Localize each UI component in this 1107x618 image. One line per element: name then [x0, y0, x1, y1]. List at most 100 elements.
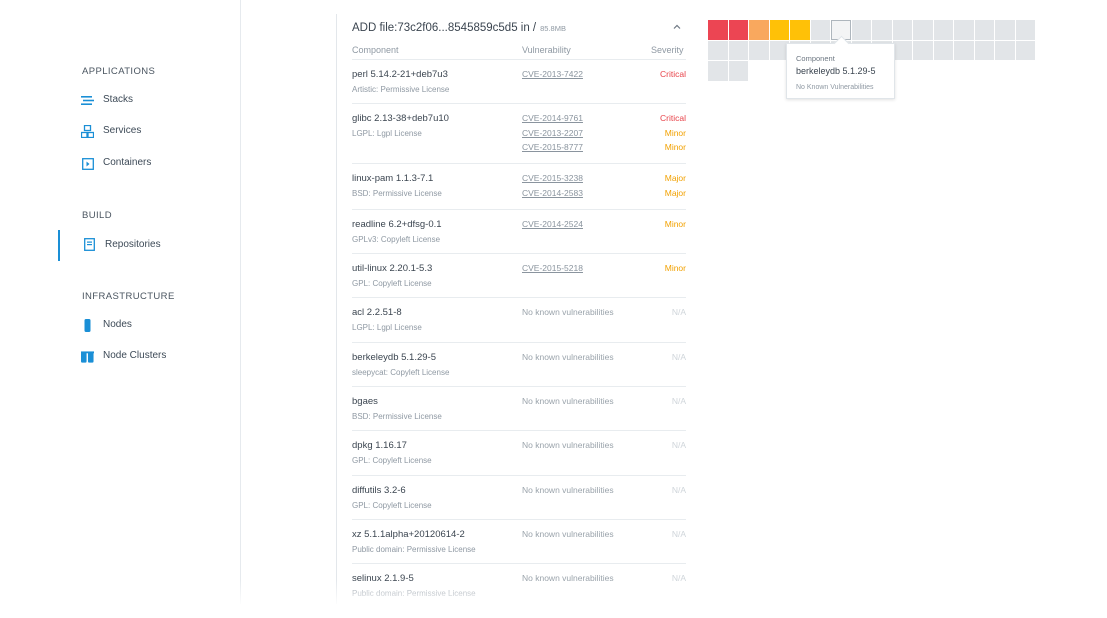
tooltip-component-name: berkeleydb 5.1.29-5 — [796, 66, 876, 76]
cve-link[interactable]: CVE-2015-5218 — [522, 263, 583, 273]
cve-link[interactable]: CVE-2014-2583 — [522, 188, 583, 198]
heatmap-cell-none[interactable] — [995, 20, 1015, 40]
cve-link[interactable]: CVE-2015-3238 — [522, 173, 583, 183]
component-row[interactable]: selinux 2.1.9-5 Public domain: Permissive… — [352, 563, 686, 604]
heatmap-cell-major[interactable] — [769, 20, 789, 40]
severity-label: Minor — [664, 127, 686, 138]
heatmap-cell-none[interactable] — [954, 20, 974, 40]
services-icon — [81, 125, 94, 138]
heatmap-cell-minor[interactable] — [749, 20, 769, 40]
heatmap-cell-none[interactable] — [913, 20, 933, 40]
component-license: GPL: Copyleft License — [352, 279, 432, 288]
heatmap-cell-none[interactable] — [872, 20, 892, 40]
severity-label: N/A — [671, 396, 686, 406]
node-clusters-icon — [81, 350, 94, 363]
heatmap-cell-none[interactable] — [933, 20, 953, 40]
heatmap-cell-none[interactable] — [913, 40, 933, 60]
vulnerability-item: CVE-2014-2524 Minor — [522, 219, 686, 234]
vulnerability-item: No known vulnerabilities N/A — [522, 440, 686, 455]
vulnerability-item: CVE-2015-3238 Major — [522, 173, 686, 188]
no-vulnerabilities-text: No known vulnerabilities — [522, 307, 614, 317]
component-row[interactable]: bgaes BSD: Permissive License No known vul… — [352, 386, 686, 431]
cve-link[interactable]: CVE-2014-2524 — [522, 219, 583, 229]
vulnerability-item: No known vulnerabilities N/A — [522, 396, 686, 411]
stacks-icon — [81, 94, 94, 107]
section-title-applications: APPLICATIONS — [82, 66, 156, 77]
heatmap-cell-none[interactable] — [728, 40, 748, 60]
component-row[interactable]: dpkg 1.16.17 GPL: Copyleft License No know… — [352, 430, 686, 476]
sidebar-item-nodes[interactable]: Nodes — [60, 316, 239, 336]
component-row[interactable]: readline 6.2+dfsg-0.1 GPLv3: Copyleft Lic… — [352, 209, 686, 254]
cve-link[interactable]: CVE-2014-9761 — [522, 113, 583, 123]
vulnerability-item: CVE-2014-9761 Critical — [522, 113, 686, 128]
severity-label: Critical — [660, 69, 686, 79]
no-vulnerabilities-text: No known vulnerabilities — [522, 352, 614, 362]
vulnerability-item: No known vulnerabilities N/A — [522, 307, 686, 322]
nodes-icon — [81, 319, 94, 332]
heatmap-cell-none[interactable] — [892, 20, 912, 40]
component-row[interactable]: berkeleydb 5.1.29-5 sleepycat: Copyleft L… — [352, 342, 686, 387]
sidebar-item-label: Node Clusters — [103, 350, 167, 361]
sidebar-item-label: Containers — [103, 157, 152, 168]
heatmap-cell-none[interactable] — [708, 61, 728, 81]
sidebar-item-stacks[interactable]: Stacks — [60, 91, 239, 111]
heatmap-cell-none[interactable] — [995, 40, 1015, 60]
heatmap-cell-none[interactable] — [892, 40, 912, 60]
component-row[interactable]: util-linux 2.20.1-5.3 GPL: Copyleft Licen… — [352, 253, 686, 298]
heatmap-cell-none[interactable] — [1015, 40, 1035, 60]
component-row[interactable]: diffutils 3.2-6 GPL: Copyleft License No k… — [352, 475, 686, 520]
sidebar-item-containers[interactable]: Containers — [60, 154, 239, 174]
heatmap-cell-none[interactable] — [708, 40, 728, 60]
component-name: diffutils 3.2-6 — [352, 485, 406, 496]
heatmap-cell-none[interactable] — [974, 40, 994, 60]
section-title-infrastructure: INFRASTRUCTURE — [82, 291, 175, 302]
component-license: GPL: Copyleft License — [352, 456, 432, 465]
cve-link[interactable]: CVE-2013-2207 — [522, 128, 583, 138]
severity-label: N/A — [671, 307, 686, 317]
vulnerability-list: CVE-2014-9761 Critical CVE-2013-2207 Minor C… — [522, 113, 686, 157]
sidebar-item-node-clusters[interactable]: Node Clusters — [60, 347, 239, 367]
heatmap-cell-none[interactable] — [933, 40, 953, 60]
component-row[interactable]: linux-pam 1.1.3-7.1 BSD: Permissive Licen… — [352, 163, 686, 210]
vulnerability-list: No known vulnerabilities N/A — [522, 573, 686, 588]
component-name: xz 5.1.1alpha+20120614-2 — [352, 529, 465, 540]
severity-label: Minor — [664, 219, 686, 229]
component-row[interactable]: xz 5.1.1alpha+20120614-2 Public domain: P… — [352, 519, 686, 564]
component-row[interactable]: perl 5.14.2-21+deb7u3 Artistic: Permissiv… — [352, 59, 686, 104]
no-vulnerabilities-text: No known vulnerabilities — [522, 396, 614, 406]
heatmap-cell-none[interactable] — [851, 20, 871, 40]
component-row[interactable]: glibc 2.13-38+deb7u10 LGPL: Lgpl License C… — [352, 103, 686, 164]
component-license: GPLv3: Copyleft License — [352, 235, 441, 244]
component-license: LGPL: Lgpl License — [352, 323, 422, 332]
vulnerability-item: No known vulnerabilities N/A — [522, 573, 686, 588]
heatmap-cell-none[interactable] — [749, 40, 769, 60]
vulnerability-item: No known vulnerabilities N/A — [522, 485, 686, 500]
heatmap-cell-none[interactable] — [974, 20, 994, 40]
severity-label: Minor — [664, 263, 686, 273]
sidebar: APPLICATIONS Stacks Services Containers … — [0, 0, 241, 604]
heatmap-cell-none[interactable] — [1015, 20, 1035, 40]
heatmap-cell-none[interactable] — [810, 20, 830, 40]
component-name: perl 5.14.2-21+deb7u3 — [352, 69, 448, 80]
component-license: Public domain: Permissive License — [352, 545, 476, 554]
component-name: berkeleydb 5.1.29-5 — [352, 352, 436, 363]
repositories-icon — [83, 238, 96, 251]
heatmap-cell-critical[interactable] — [708, 20, 728, 40]
vulnerability-list: CVE-2013-7422 Critical — [522, 69, 686, 84]
sidebar-item-repositories[interactable]: Repositories — [58, 230, 239, 261]
component-tooltip: Component berkeleydb 5.1.29-5 No Known V… — [786, 35, 895, 99]
heatmap-cell-none[interactable] — [954, 40, 974, 60]
sidebar-item-label: Services — [103, 125, 142, 136]
sidebar-item-services[interactable]: Services — [60, 122, 239, 142]
heatmap-cell-none[interactable] — [728, 61, 748, 81]
cve-link[interactable]: CVE-2015-8777 — [522, 142, 583, 152]
vulnerability-list: CVE-2014-2524 Minor — [522, 219, 686, 234]
component-name: glibc 2.13-38+deb7u10 — [352, 113, 449, 124]
component-license: Public domain: Permissive License — [352, 589, 476, 598]
heatmap-cell-major[interactable] — [790, 20, 810, 40]
cve-link[interactable]: CVE-2013-7422 — [522, 69, 583, 79]
collapse-button[interactable] — [672, 22, 684, 34]
component-name: acl 2.2.51-8 — [352, 307, 402, 318]
component-row[interactable]: acl 2.2.51-8 LGPL: Lgpl License No known v… — [352, 297, 686, 343]
heatmap-cell-critical[interactable] — [728, 20, 748, 40]
